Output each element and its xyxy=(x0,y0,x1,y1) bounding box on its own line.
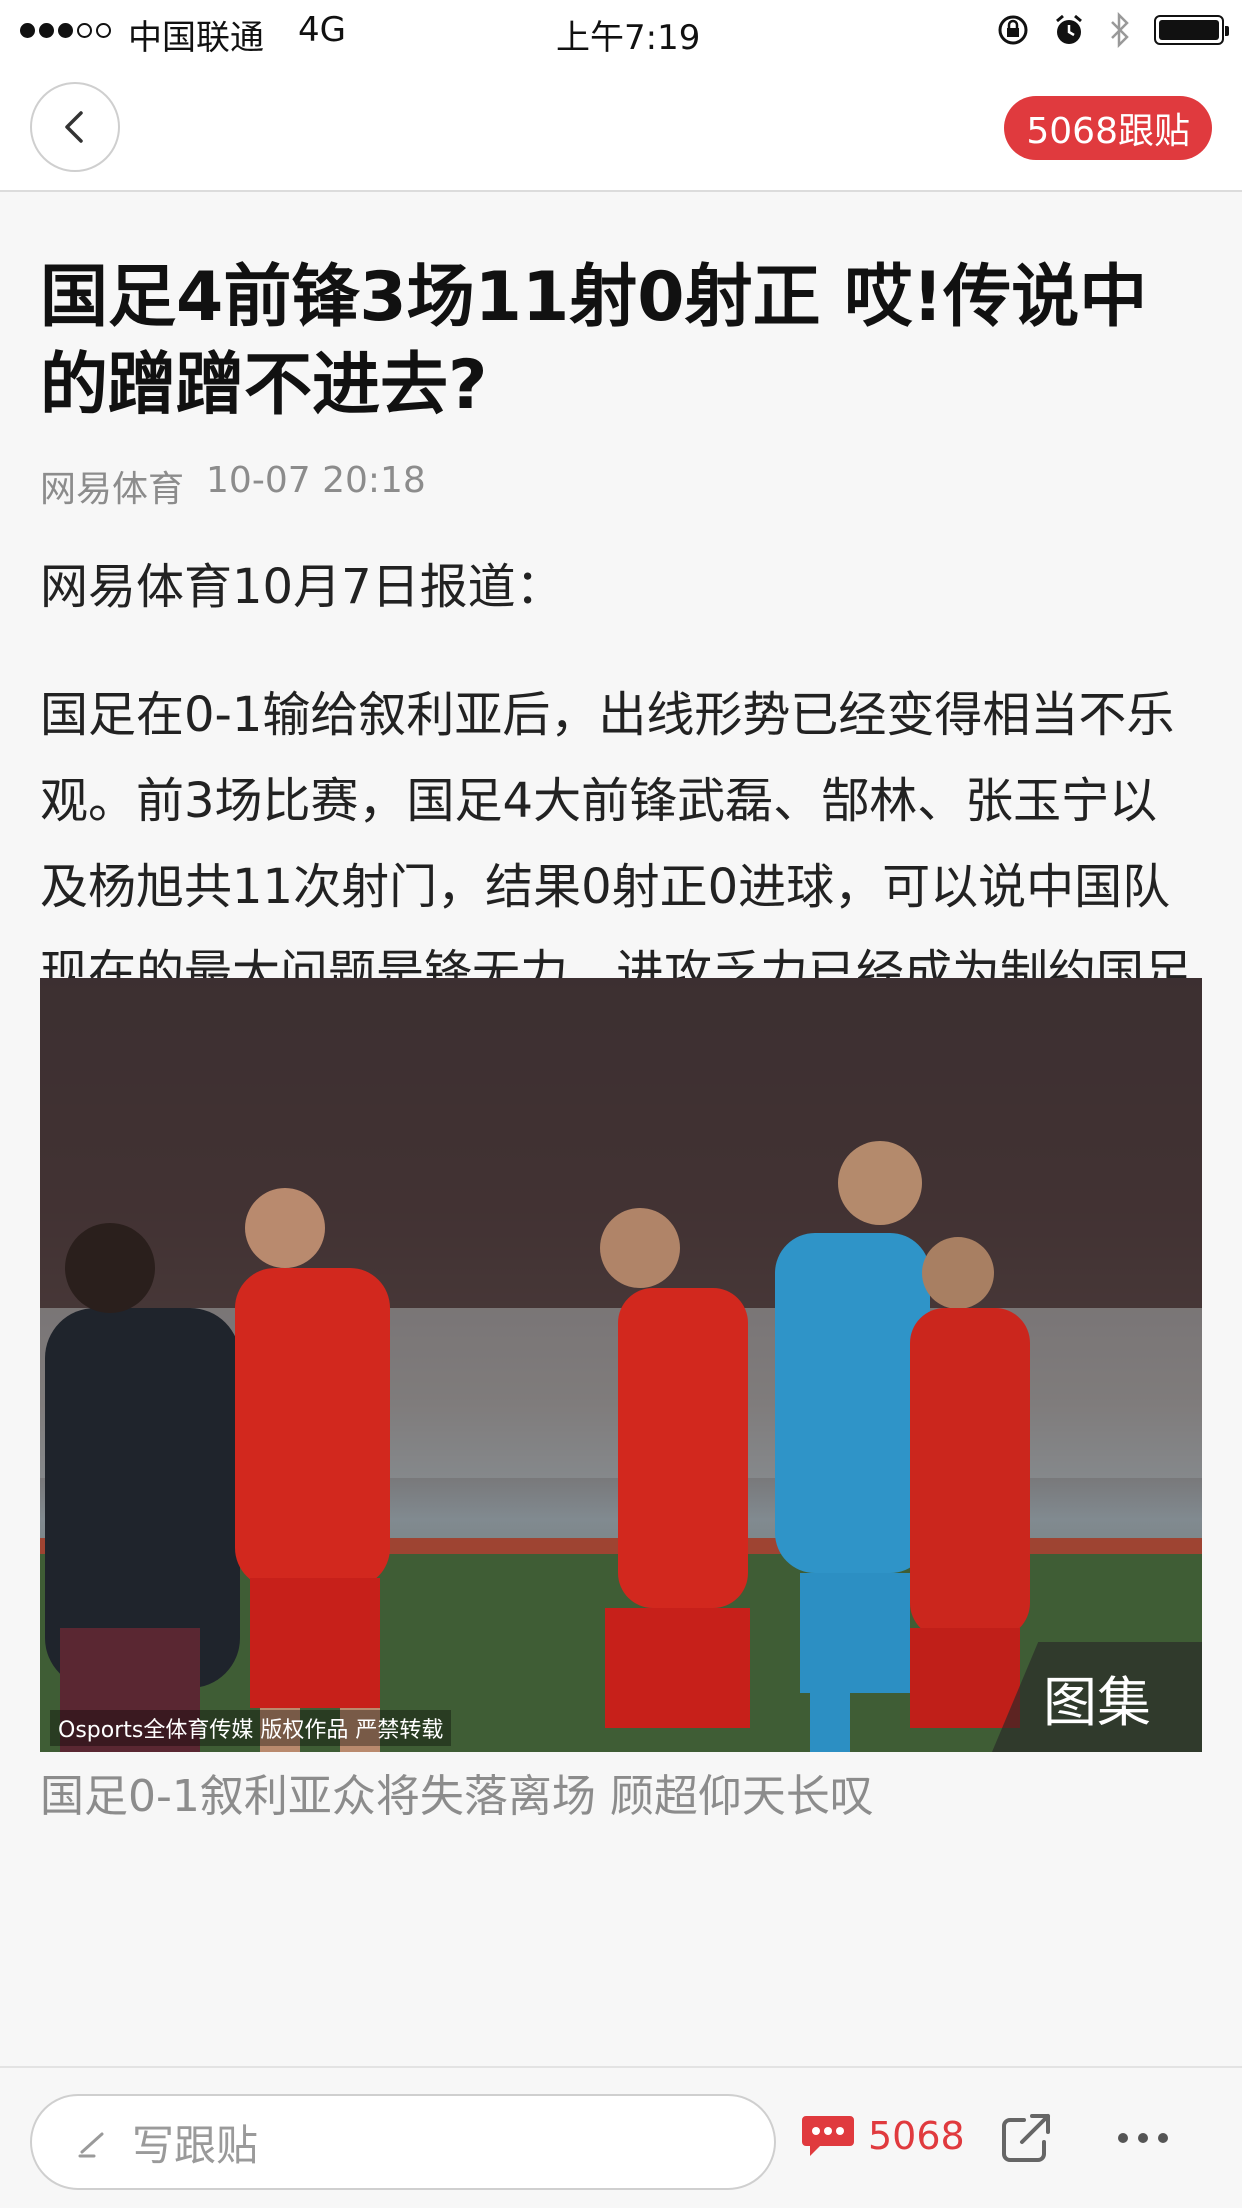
more-options-button[interactable] xyxy=(1118,2108,1168,2168)
more-dot xyxy=(1138,2133,1148,2143)
status-time: 上午7:19 xyxy=(556,18,701,58)
nav-bar: 5068跟贴 xyxy=(0,62,1242,192)
signal-strength-icon xyxy=(20,10,111,50)
comments-button[interactable]: 5068 xyxy=(800,2112,965,2160)
bluetooth-icon xyxy=(1111,12,1129,48)
players-photo-illustration xyxy=(40,978,1202,1752)
write-comment-placeholder: 写跟贴 xyxy=(132,2120,259,2170)
article-title: 国足4前锋3场11射0射正 哎!传说中的蹭蹭不进去? xyxy=(40,258,1148,425)
pencil-icon xyxy=(78,2132,104,2158)
signal-dot xyxy=(58,22,73,38)
signal-dot xyxy=(96,22,111,38)
more-dot xyxy=(1118,2133,1128,2143)
article-datetime: 10-07 20:18 xyxy=(206,460,426,501)
comment-bubble-icon xyxy=(802,2116,854,2156)
comments-count-button[interactable]: 5068跟贴 xyxy=(1004,96,1212,160)
article-source[interactable]: 网易体育 xyxy=(40,460,184,512)
photo-watermark: Osports全体育传媒 版权作品 严禁转载 xyxy=(50,1710,452,1746)
bottom-toolbar: 写跟贴 5068 xyxy=(0,2066,1242,2208)
network-type: 4G xyxy=(298,10,346,50)
battery-icon xyxy=(1154,15,1229,45)
carrier-name: 中国联通 xyxy=(128,18,264,58)
status-icons xyxy=(996,12,1229,48)
alarm-icon xyxy=(1056,14,1082,44)
back-button[interactable] xyxy=(30,82,120,172)
share-icon xyxy=(1002,2114,1050,2162)
article-photo[interactable]: Osports全体育传媒 版权作品 严禁转载 图集 xyxy=(40,978,1202,1752)
more-dot xyxy=(1158,2133,1168,2143)
rotation-lock-icon xyxy=(998,15,1028,45)
article-meta: 网易体育 10-07 20:18 xyxy=(40,460,1202,512)
status-bar: 中国联通 4G 上午7:19 xyxy=(0,0,1242,62)
share-button[interactable] xyxy=(996,2108,1056,2172)
photo-caption: 国足0-1叙利亚众将失落离场 顾超仰天长叹 xyxy=(40,1771,874,1822)
signal-dot xyxy=(77,22,92,38)
signal-dot xyxy=(39,22,54,38)
article-intro: 网易体育10月7日报道： xyxy=(40,559,564,615)
comment-count: 5068 xyxy=(868,2114,965,2158)
signal-dot xyxy=(20,22,35,38)
chevron-left-icon xyxy=(65,111,83,143)
write-comment-input[interactable]: 写跟贴 xyxy=(30,2094,776,2190)
